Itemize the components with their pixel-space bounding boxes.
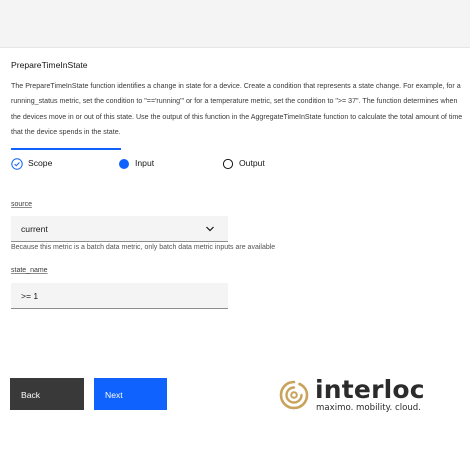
source-helper-text: Because this metric is a batch data metr… xyxy=(11,244,276,251)
source-select-value: current xyxy=(21,224,48,234)
chevron-down-icon xyxy=(206,226,214,232)
check-circle-icon xyxy=(11,158,23,170)
source-label: source xyxy=(11,201,33,208)
panel-title: PrepareTimeInState xyxy=(11,60,88,70)
state-name-input[interactable]: >= 1 xyxy=(11,283,228,309)
interloc-logo-mark-icon xyxy=(279,380,309,410)
next-button[interactable]: Next xyxy=(94,378,167,410)
progress-step-label: Scope xyxy=(28,158,53,168)
progress-step-label: Input xyxy=(135,158,155,168)
interloc-logo: interloc maximo. mobility. cloud. xyxy=(278,375,468,413)
progress-step-output[interactable]: Output xyxy=(222,148,332,178)
back-button[interactable]: Back xyxy=(10,378,84,410)
empty-circle-icon xyxy=(222,158,234,170)
logo-wordmark: interloc xyxy=(315,375,425,404)
progress-bar-scope xyxy=(11,148,121,150)
progress-step-input[interactable]: Input xyxy=(118,148,228,178)
progress-indicator: Scope Input Output xyxy=(11,148,470,178)
source-select[interactable]: current xyxy=(11,216,228,242)
current-step-icon xyxy=(119,159,129,169)
state-name-label: state_name xyxy=(11,267,48,274)
progress-step-scope[interactable]: Scope xyxy=(11,148,121,178)
progress-step-label: Output xyxy=(239,158,265,168)
panel-description: The PrepareTimeInState function identifi… xyxy=(11,82,463,136)
logo-tagline: maximo. mobility. cloud. xyxy=(316,403,421,413)
state-name-value: >= 1 xyxy=(21,291,39,301)
top-bar xyxy=(0,0,470,48)
